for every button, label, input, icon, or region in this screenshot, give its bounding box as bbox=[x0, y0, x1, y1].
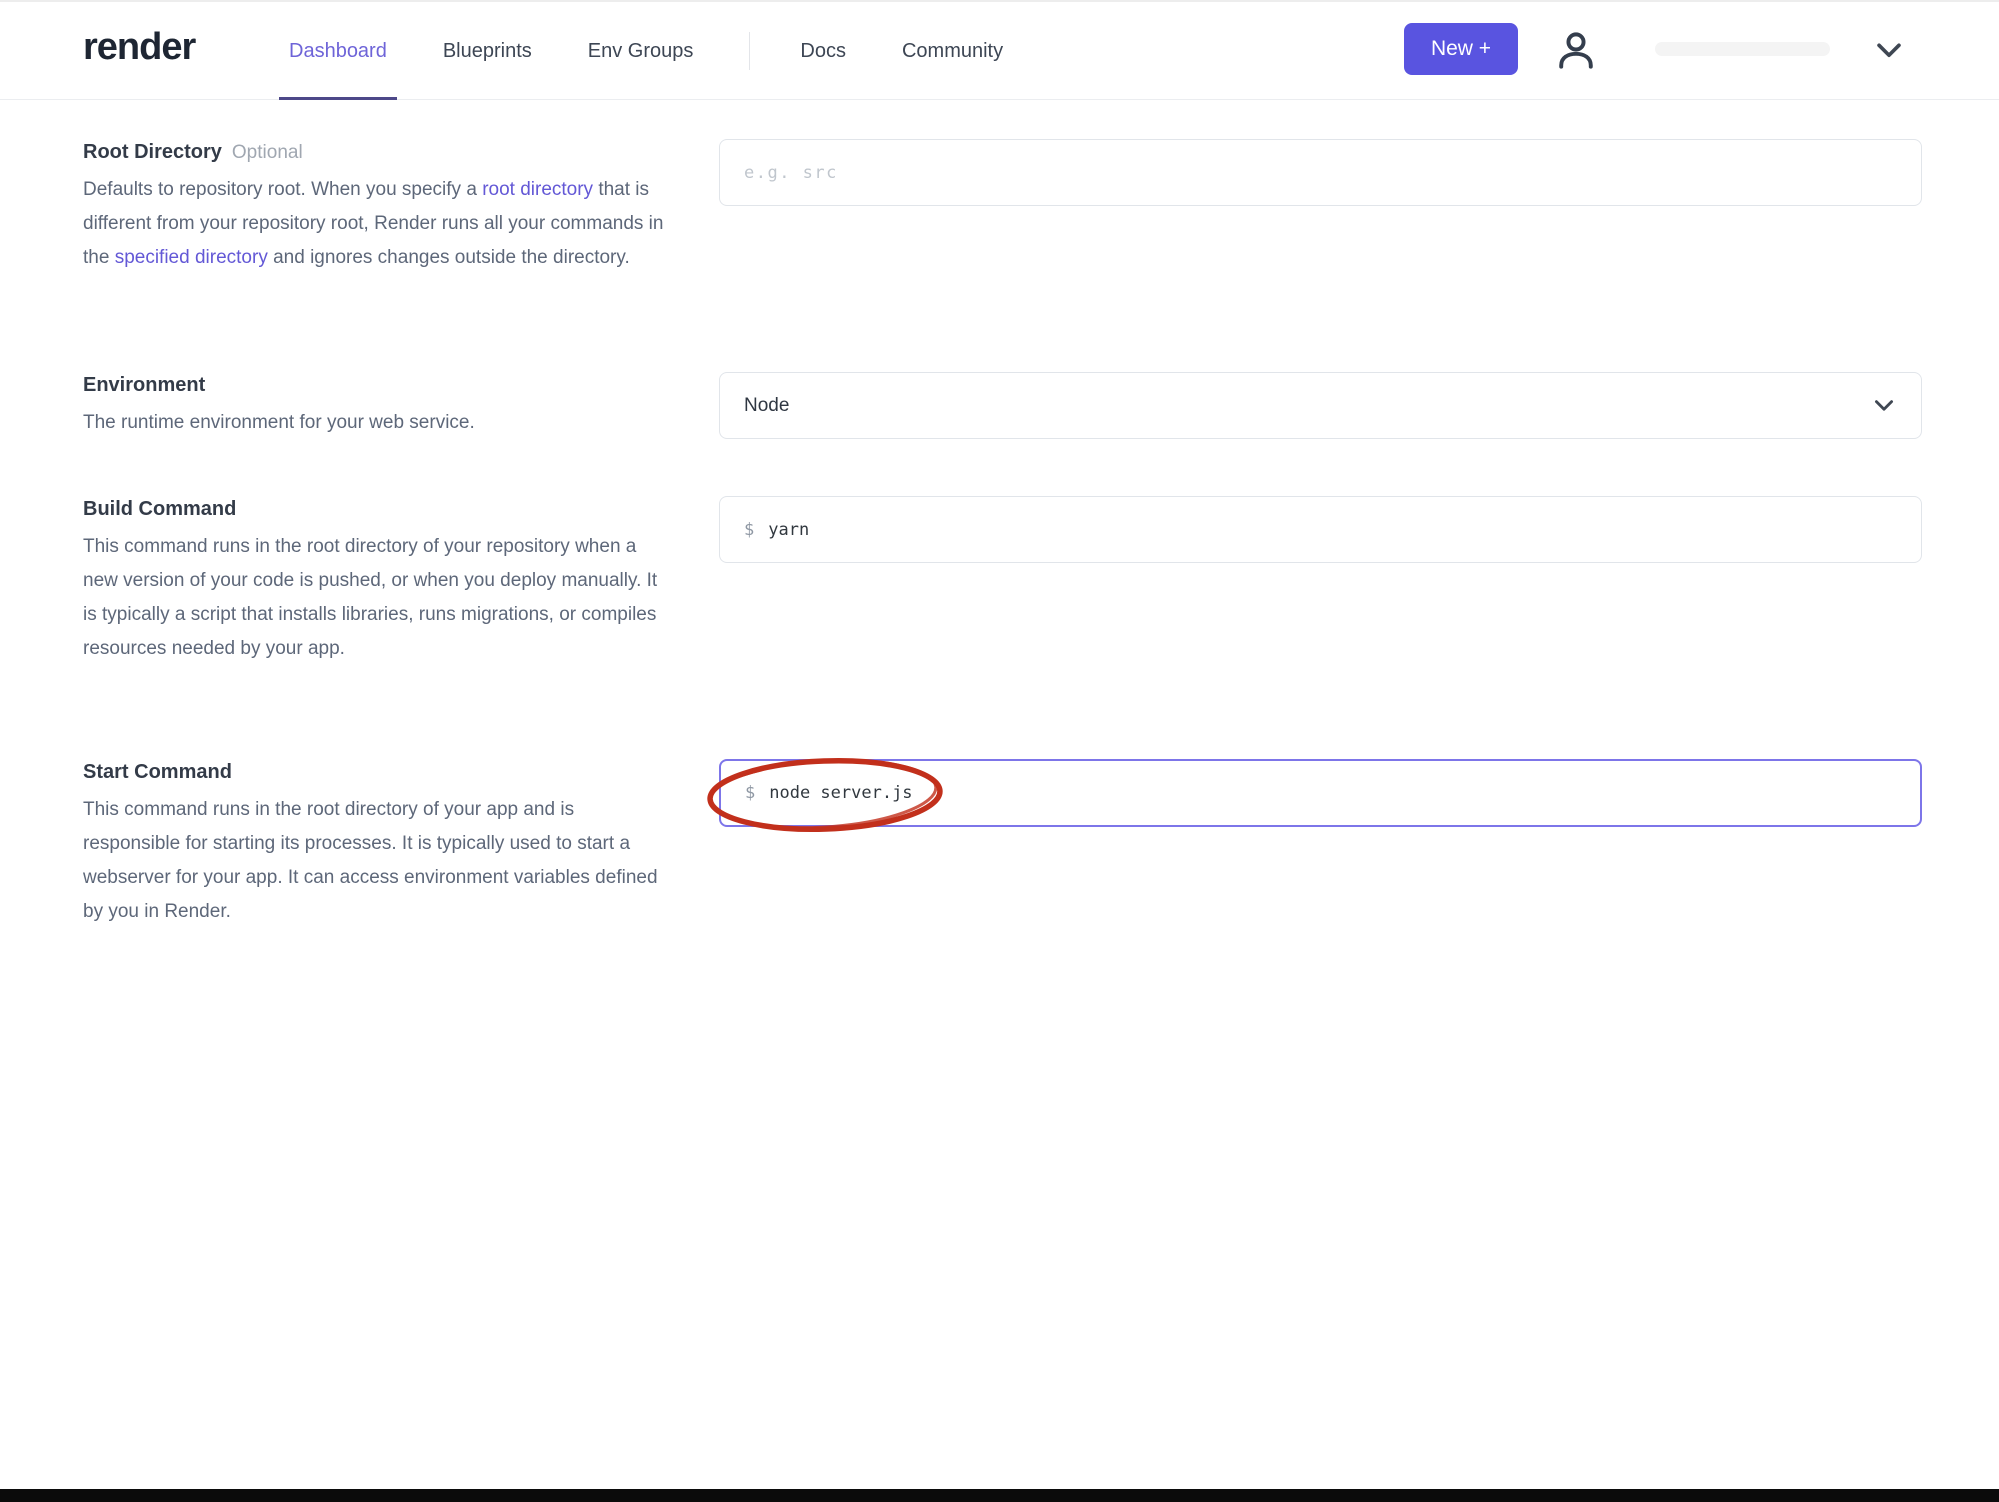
environment-select[interactable]: Node bbox=[719, 372, 1922, 439]
render-logo[interactable]: render bbox=[83, 26, 196, 69]
build-command-description: This command runs in the root directory … bbox=[83, 536, 658, 659]
start-command-input[interactable] bbox=[769, 783, 1896, 803]
top-navigation-bar: render Dashboard Blueprints Env Groups D… bbox=[0, 2, 1999, 100]
nav-docs[interactable]: Docs bbox=[794, 2, 852, 100]
root-directory-input[interactable] bbox=[744, 162, 1897, 183]
new-button[interactable]: New + bbox=[1404, 23, 1518, 75]
environment-label: Environment bbox=[83, 374, 206, 396]
nav-divider bbox=[749, 32, 751, 70]
shell-prompt-prefix: $ bbox=[744, 519, 755, 540]
main-nav: Dashboard Blueprints Env Groups Docs Com… bbox=[279, 2, 1053, 100]
root-directory-description: Defaults to repository root. When you sp… bbox=[83, 173, 668, 275]
optional-badge: Optional bbox=[231, 142, 303, 163]
start-command-field: $ bbox=[719, 759, 1922, 827]
start-command-info: Start Command This command runs in the r… bbox=[83, 761, 668, 929]
build-command-field: $ bbox=[719, 496, 1922, 563]
nav-dashboard[interactable]: Dashboard bbox=[279, 2, 397, 100]
specified-directory-link[interactable]: specified directory bbox=[115, 247, 268, 268]
select-chevron-down-icon bbox=[1875, 399, 1893, 411]
desc-text: Defaults to repository root. When you sp… bbox=[83, 179, 483, 200]
nav-community[interactable]: Community bbox=[896, 2, 1009, 100]
environment-selected-value: Node bbox=[744, 394, 790, 416]
root-directory-label: Root Directory bbox=[83, 141, 222, 163]
root-directory-link[interactable]: root directory bbox=[482, 179, 593, 200]
redacted-username bbox=[1655, 42, 1830, 56]
root-directory-info: Root Directory Optional Defaults to repos… bbox=[83, 141, 668, 275]
environment-description: The runtime environment for your web ser… bbox=[83, 412, 475, 433]
start-command-label: Start Command bbox=[83, 761, 232, 783]
build-command-label: Build Command bbox=[83, 498, 237, 520]
nav-env-groups[interactable]: Env Groups bbox=[582, 2, 700, 100]
screenshot-bottom-edge bbox=[0, 1489, 1999, 1502]
build-command-input[interactable] bbox=[768, 519, 1897, 540]
root-directory-field bbox=[719, 139, 1922, 206]
chevron-down-icon[interactable] bbox=[1872, 38, 1906, 66]
shell-prompt-prefix: $ bbox=[745, 783, 756, 803]
nav-blueprints[interactable]: Blueprints bbox=[437, 2, 538, 100]
start-command-description: This command runs in the root directory … bbox=[83, 799, 658, 922]
desc-text: and ignores changes outside the director… bbox=[267, 247, 630, 268]
person-icon[interactable] bbox=[1553, 28, 1599, 74]
environment-info: Environment The runtime environment for … bbox=[83, 374, 668, 440]
build-command-info: Build Command This command runs in the r… bbox=[83, 498, 668, 666]
